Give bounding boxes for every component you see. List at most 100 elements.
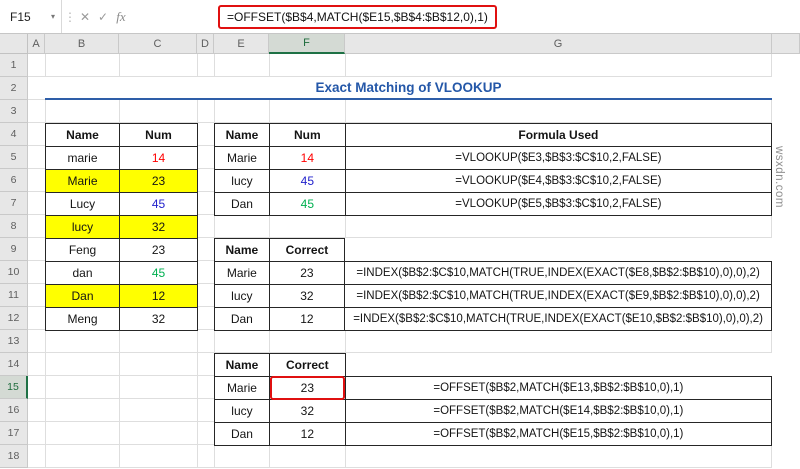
select-all-corner[interactable] (0, 34, 28, 54)
col-header-c[interactable]: C (119, 34, 197, 54)
row-header-17[interactable]: 17 (0, 422, 28, 445)
cell-num[interactable]: 32 (119, 215, 198, 239)
cell-name[interactable]: lucy (214, 399, 270, 423)
table-row: Marie 23 =INDEX($B$2:$C$10,MATCH(TRUE,IN… (214, 261, 772, 285)
cell-num[interactable]: 23 (119, 169, 198, 193)
cell-num[interactable]: 45 (268, 192, 346, 216)
table-row: Feng 23 (45, 238, 198, 262)
cell-name[interactable]: Marie (214, 376, 270, 400)
cell-formula[interactable]: =VLOOKUP($E5,$B$3:$C$10,2,FALSE) (344, 192, 773, 216)
row-header-11[interactable]: 11 (0, 284, 28, 307)
row-header-18[interactable]: 18 (0, 445, 28, 468)
cell-num[interactable]: 45 (119, 261, 198, 285)
cell-name[interactable]: Lucy (45, 192, 120, 216)
cell-formula[interactable]: =VLOOKUP($E3,$B$3:$C$10,2,FALSE) (344, 146, 773, 170)
cell-num-selected[interactable]: 23 (268, 376, 346, 400)
cell-formula[interactable]: =OFFSET($B$2,MATCH($E14,$B$2:$B$10,0),1) (344, 399, 773, 423)
cell-num[interactable]: 32 (268, 284, 346, 308)
source-table: Name Num marie 14 Marie 23 Lucy 45 lucy … (45, 123, 198, 331)
header-num[interactable]: Num (119, 123, 198, 147)
row-header-4[interactable]: 4 (0, 123, 28, 146)
name-box-value: F15 (10, 9, 31, 24)
cell-name[interactable]: lucy (214, 169, 270, 193)
header-name[interactable]: Name (214, 238, 270, 262)
cell-name[interactable]: Marie (214, 261, 270, 285)
col-header-a[interactable]: A (28, 34, 45, 54)
header-name[interactable]: Name (214, 123, 270, 147)
cell-name[interactable]: Meng (45, 307, 120, 331)
cell-name[interactable]: Marie (45, 169, 120, 193)
cell-formula[interactable]: =INDEX($B$2:$C$10,MATCH(TRUE,INDEX(EXACT… (344, 284, 772, 308)
cell-name[interactable]: marie (45, 146, 120, 170)
cell-num[interactable]: 23 (268, 261, 346, 285)
header-correct[interactable]: Correct (268, 238, 346, 262)
cell-name[interactable]: dan (45, 261, 120, 285)
header-correct[interactable]: Correct (268, 353, 346, 377)
cell-num[interactable]: 32 (268, 399, 346, 423)
row-header-5[interactable]: 5 (0, 146, 28, 169)
chevron-down-icon[interactable]: ▾ (51, 12, 55, 21)
table-header-row: Name Correct (214, 353, 772, 377)
fx-icon[interactable]: fx (112, 0, 130, 33)
row-header-14[interactable]: 14 (0, 353, 28, 376)
header-num[interactable]: Num (268, 123, 346, 147)
row-header-1[interactable]: 1 (0, 54, 28, 77)
cell-num[interactable]: 12 (268, 422, 346, 446)
col-header-g[interactable]: G (345, 34, 772, 54)
row-header-6[interactable]: 6 (0, 169, 28, 192)
cell-name[interactable]: Dan (214, 422, 270, 446)
cell-num[interactable]: 12 (268, 307, 346, 331)
cell-num[interactable]: 45 (268, 169, 346, 193)
cell-name[interactable]: Dan (45, 284, 120, 308)
header-name[interactable]: Name (214, 353, 270, 377)
col-header-e[interactable]: E (214, 34, 269, 54)
row-header-7[interactable]: 7 (0, 192, 28, 215)
header-name[interactable]: Name (45, 123, 120, 147)
empty-cell[interactable] (345, 354, 771, 377)
table-row: Marie 23 =OFFSET($B$2,MATCH($E13,$B$2:$B… (214, 376, 773, 400)
row-header-9[interactable]: 9 (0, 238, 28, 261)
cell-name[interactable]: lucy (214, 284, 270, 308)
col-header-d[interactable]: D (197, 34, 214, 54)
row-header-12[interactable]: 12 (0, 307, 28, 330)
cell-formula[interactable]: =INDEX($B$2:$C$10,MATCH(TRUE,INDEX(EXACT… (344, 261, 772, 285)
table-row: lucy 45 =VLOOKUP($E4,$B$3:$C$10,2,FALSE) (214, 169, 773, 193)
formula-text: =OFFSET($B$4,MATCH($E15,$B$4:$B$12,0),1) (227, 10, 488, 24)
cell-num[interactable]: 14 (119, 146, 198, 170)
formula-input[interactable]: =OFFSET($B$4,MATCH($E15,$B$4:$B$12,0),1) (218, 5, 497, 29)
empty-cell[interactable] (345, 239, 772, 262)
cell-formula[interactable]: =OFFSET($B$2,MATCH($E13,$B$2:$B$10,0),1) (344, 376, 773, 400)
table-row: marie 14 (45, 146, 198, 170)
row-header-10[interactable]: 10 (0, 261, 28, 284)
cells-area[interactable]: Exact Matching of VLOOKUP Name Num marie… (28, 54, 773, 468)
cell-num[interactable]: 12 (119, 284, 198, 308)
cell-num[interactable]: 23 (119, 238, 198, 262)
col-header-b[interactable]: B (45, 34, 119, 54)
col-header-partial[interactable] (772, 34, 800, 54)
cancel-icon[interactable]: ✕ (76, 0, 94, 33)
cell-name[interactable]: Dan (214, 192, 270, 216)
name-box[interactable]: F15 ▾ (0, 0, 62, 33)
header-formula-used[interactable]: Formula Used (344, 123, 773, 147)
offset-match-table: Name Correct Marie 23 =OFFSET($B$2,MATCH… (214, 353, 773, 446)
cell-formula[interactable]: =OFFSET($B$2,MATCH($E15,$B$2:$B$10,0),1) (344, 422, 773, 446)
cell-name[interactable]: Marie (214, 146, 270, 170)
row-header-15-selected[interactable]: 15 (0, 376, 28, 399)
cell-name[interactable]: lucy (45, 215, 120, 239)
cell-num[interactable]: 32 (119, 307, 198, 331)
cell-formula[interactable]: =VLOOKUP($E4,$B$3:$C$10,2,FALSE) (344, 169, 773, 193)
cell-name[interactable]: Dan (214, 307, 270, 331)
enter-icon[interactable]: ✓ (94, 0, 112, 33)
cell-num[interactable]: 45 (119, 192, 198, 216)
row-header-2[interactable]: 2 (0, 77, 28, 100)
cell-formula[interactable]: =INDEX($B$2:$C$10,MATCH(TRUE,INDEX(EXACT… (344, 307, 772, 331)
col-header-f-selected[interactable]: F (269, 34, 345, 54)
row-header-13[interactable]: 13 (0, 330, 28, 353)
table-row: lucy 32 (45, 215, 198, 239)
cell-num[interactable]: 14 (268, 146, 346, 170)
sheet-title-cell[interactable]: Exact Matching of VLOOKUP (45, 77, 772, 100)
row-header-3[interactable]: 3 (0, 100, 28, 123)
row-header-16[interactable]: 16 (0, 399, 28, 422)
cell-name[interactable]: Feng (45, 238, 120, 262)
row-header-8[interactable]: 8 (0, 215, 28, 238)
